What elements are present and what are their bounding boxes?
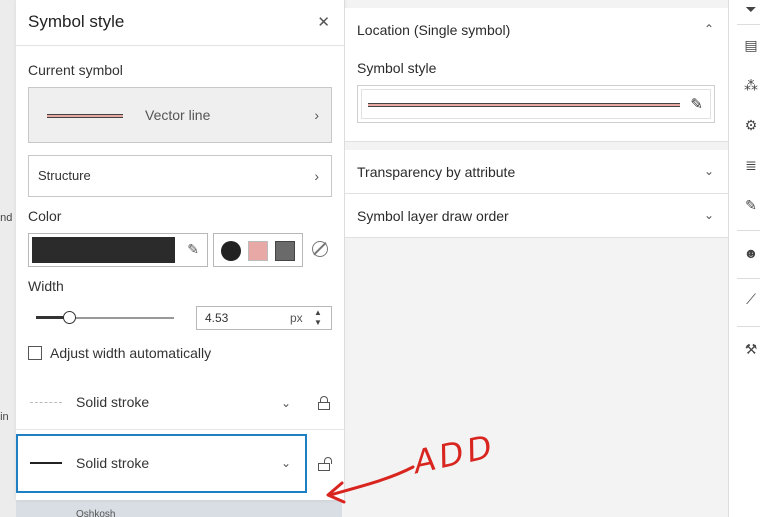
- section-title[interactable]: Location (Single symbol): [357, 22, 510, 38]
- width-unit: px: [290, 311, 303, 325]
- map-label: and: [0, 212, 13, 224]
- current-symbol-name: Vector line: [145, 107, 211, 123]
- structure-label: Structure: [38, 168, 91, 183]
- color-swatch: [32, 237, 175, 263]
- section-title: Symbol layer draw order: [357, 208, 509, 224]
- adjust-width-label: Adjust width automatically: [50, 345, 212, 361]
- chevron-down-icon[interactable]: ⌄: [281, 396, 291, 410]
- stroke-preview: [30, 402, 62, 403]
- width-input[interactable]: 4.53 px ▲ ▼: [196, 306, 332, 330]
- swatch-gray[interactable]: [275, 241, 295, 261]
- adjust-width-checkbox[interactable]: [28, 346, 42, 360]
- table-icon[interactable]: ▤: [742, 36, 760, 54]
- current-symbol-label: Current symbol: [28, 62, 123, 78]
- swatch-black[interactable]: [221, 241, 241, 261]
- chevron-down-icon[interactable]: ⌄: [704, 208, 714, 222]
- symbol-style-panel: Symbol style ✕ Current symbol Vector lin…: [16, 0, 345, 500]
- symbol-layer-row[interactable]: Solid stroke ⌄: [16, 378, 345, 430]
- settings-icon[interactable]: ⚙: [742, 116, 760, 134]
- chevron-right-icon: ›: [314, 168, 319, 184]
- spinner-icon[interactable]: ▲ ▼: [314, 308, 322, 328]
- wrench-icon[interactable]: ⚒: [742, 340, 760, 358]
- stroke-preview: [30, 462, 62, 464]
- current-symbol-button[interactable]: Vector line ›: [28, 87, 332, 143]
- chevron-down-icon[interactable]: ⌄: [704, 164, 714, 178]
- width-value: 4.53: [205, 311, 229, 325]
- swatch-pink[interactable]: [248, 241, 268, 261]
- clustering-icon[interactable]: ⁂: [742, 76, 760, 94]
- color-picker[interactable]: ✎: [28, 233, 208, 267]
- color-label: Color: [28, 208, 62, 224]
- measure-icon[interactable]: ⟋: [742, 290, 760, 308]
- symbol-preview: [47, 114, 123, 118]
- panel-title: Symbol style: [28, 12, 125, 31]
- layer-label: Solid stroke: [76, 394, 150, 410]
- map-label: oin: [0, 411, 9, 423]
- color-presets: [213, 233, 303, 267]
- handwritten-annotation: ADD: [318, 425, 499, 515]
- close-icon[interactable]: ✕: [317, 13, 330, 31]
- pencil-icon[interactable]: ✎: [187, 241, 199, 258]
- no-color-icon[interactable]: [312, 241, 328, 257]
- people-icon[interactable]: ☻: [742, 244, 760, 262]
- filter-icon[interactable]: ⏷: [742, 0, 760, 18]
- structure-button[interactable]: Structure ›: [28, 155, 332, 197]
- lock-icon[interactable]: [318, 396, 330, 410]
- location-section: Location (Single symbol) ⌃ Symbol style …: [345, 8, 728, 142]
- draw-order-section[interactable]: Symbol layer draw order ⌄: [345, 194, 728, 238]
- symbol-layer-row-selected[interactable]: Solid stroke ⌄: [16, 434, 345, 493]
- symbol-style-label: Symbol style: [357, 60, 437, 76]
- pencil-icon[interactable]: ✎: [690, 95, 703, 113]
- transparency-section[interactable]: Transparency by attribute ⌄: [345, 150, 728, 194]
- edit-icon[interactable]: ✎: [742, 196, 760, 214]
- chevron-up-icon[interactable]: ⌃: [704, 22, 714, 36]
- symbol-style-field[interactable]: ✎: [357, 85, 715, 123]
- map-label: Oshkosh: [76, 509, 116, 517]
- chevron-right-icon: ›: [314, 107, 319, 123]
- list-icon[interactable]: ≣: [742, 156, 760, 174]
- map-background: and oin: [0, 0, 16, 517]
- section-title: Transparency by attribute: [357, 164, 516, 180]
- map-strip: Oshkosh: [16, 500, 342, 517]
- panel-header: Symbol style ✕: [16, 0, 344, 46]
- vertical-toolbar: ⏷ ▤ ⁂ ⚙ ≣ ✎ ☻ ⟋ ⚒: [728, 0, 760, 517]
- layer-label: Solid stroke: [76, 455, 150, 471]
- symbol-preview: [368, 103, 680, 107]
- chevron-down-icon[interactable]: ⌄: [281, 456, 291, 470]
- width-label: Width: [28, 278, 64, 294]
- width-slider-thumb[interactable]: [63, 311, 76, 324]
